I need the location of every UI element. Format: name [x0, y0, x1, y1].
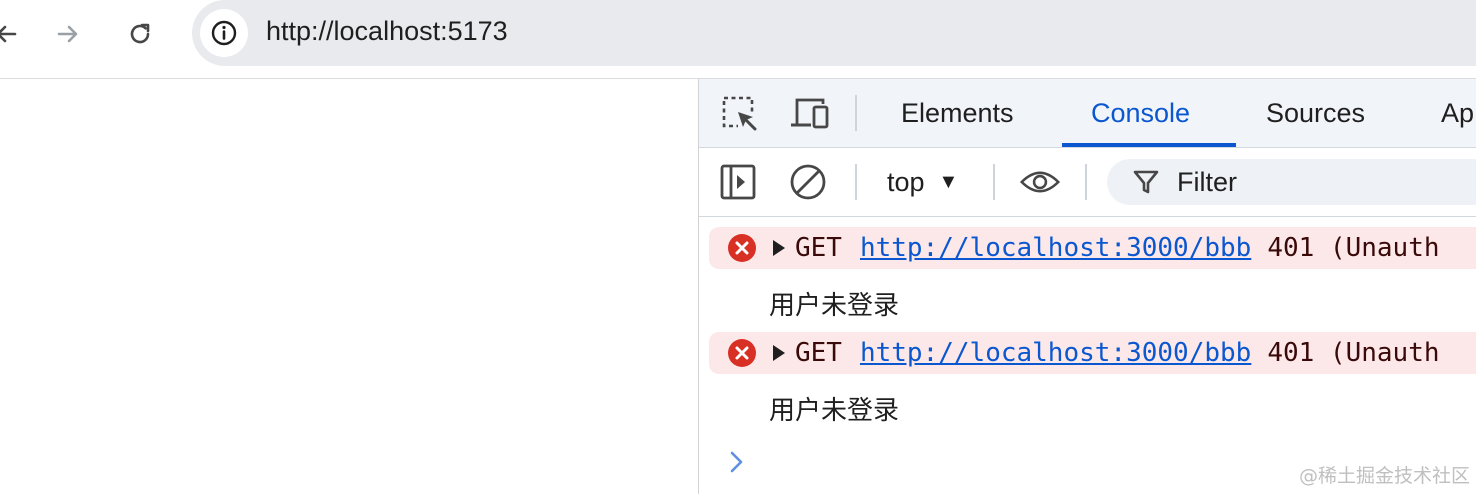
toolbar-separator [993, 164, 995, 200]
context-selector[interactable]: top ▼ [887, 162, 958, 202]
console-log-message: 用户未登录 [769, 396, 900, 426]
tab-elements[interactable]: Elements [901, 79, 1014, 147]
console-error-entry[interactable]: GET http://localhost:3000/bbb 401 (Unaut… [709, 227, 1476, 269]
sidebar-toggle-button[interactable] [717, 161, 759, 203]
devtools-tab-bar: Elements Console Sources Ap [699, 79, 1476, 148]
devtools-panel: Elements Console Sources Ap top ▼ Filter… [698, 79, 1476, 494]
tab-console[interactable]: Console [1091, 79, 1190, 147]
sidebar-toggle-icon [720, 164, 756, 200]
toolbar-separator [855, 95, 857, 131]
reload-icon [130, 23, 150, 44]
device-toolbar-button[interactable] [789, 93, 831, 135]
response-status: 401 (Unauth [1267, 338, 1440, 368]
clear-console-button[interactable] [787, 161, 829, 203]
console-error-entry[interactable]: GET http://localhost:3000/bbb 401 (Unaut… [709, 332, 1476, 374]
clear-console-icon [790, 164, 826, 200]
expand-triangle-icon[interactable] [773, 240, 785, 256]
expand-triangle-icon[interactable] [773, 345, 785, 361]
tab-application[interactable]: Ap [1441, 79, 1474, 147]
watermark: @稀土掘金技术社区 [1298, 465, 1470, 487]
chevron-right-icon[interactable] [727, 449, 747, 475]
address-bar[interactable]: http://localhost:5173 [192, 0, 1476, 66]
toolbar-separator [1085, 164, 1087, 200]
context-label: top [887, 166, 925, 197]
request-url-link[interactable]: http://localhost:3000/bbb [860, 338, 1251, 368]
tab-sources[interactable]: Sources [1266, 79, 1365, 147]
arrow-right-icon [57, 25, 78, 43]
device-toolbar-icon [791, 98, 829, 129]
active-tab-indicator [1062, 143, 1236, 147]
inspect-element-button[interactable] [719, 93, 761, 135]
eye-icon [1019, 171, 1061, 193]
browser-toolbar: http://localhost:5173 [0, 0, 1476, 66]
filter-placeholder: Filter [1177, 166, 1237, 197]
url-text[interactable]: http://localhost:5173 [266, 16, 508, 47]
live-expression-button[interactable] [1019, 161, 1061, 203]
filter-icon [1133, 170, 1159, 194]
caret-down-icon: ▼ [938, 170, 959, 193]
console-log-message: 用户未登录 [769, 291, 900, 321]
arrow-left-icon [0, 25, 17, 43]
toolbar-separator [855, 164, 857, 200]
request-method: GET [795, 338, 842, 368]
console-toolbar: top ▼ Filter [699, 148, 1476, 217]
site-info-button[interactable] [200, 9, 248, 57]
back-button[interactable] [0, 14, 26, 54]
filter-input[interactable]: Filter [1107, 159, 1476, 205]
request-method: GET [795, 233, 842, 263]
forward-button[interactable] [48, 14, 88, 54]
info-icon [211, 20, 237, 46]
reload-button[interactable] [120, 14, 160, 54]
inspect-element-icon [722, 96, 757, 131]
request-url-link[interactable]: http://localhost:3000/bbb [860, 233, 1251, 263]
error-icon [728, 339, 756, 367]
page-viewport [0, 79, 698, 494]
error-icon [728, 234, 756, 262]
response-status: 401 (Unauth [1267, 233, 1440, 263]
